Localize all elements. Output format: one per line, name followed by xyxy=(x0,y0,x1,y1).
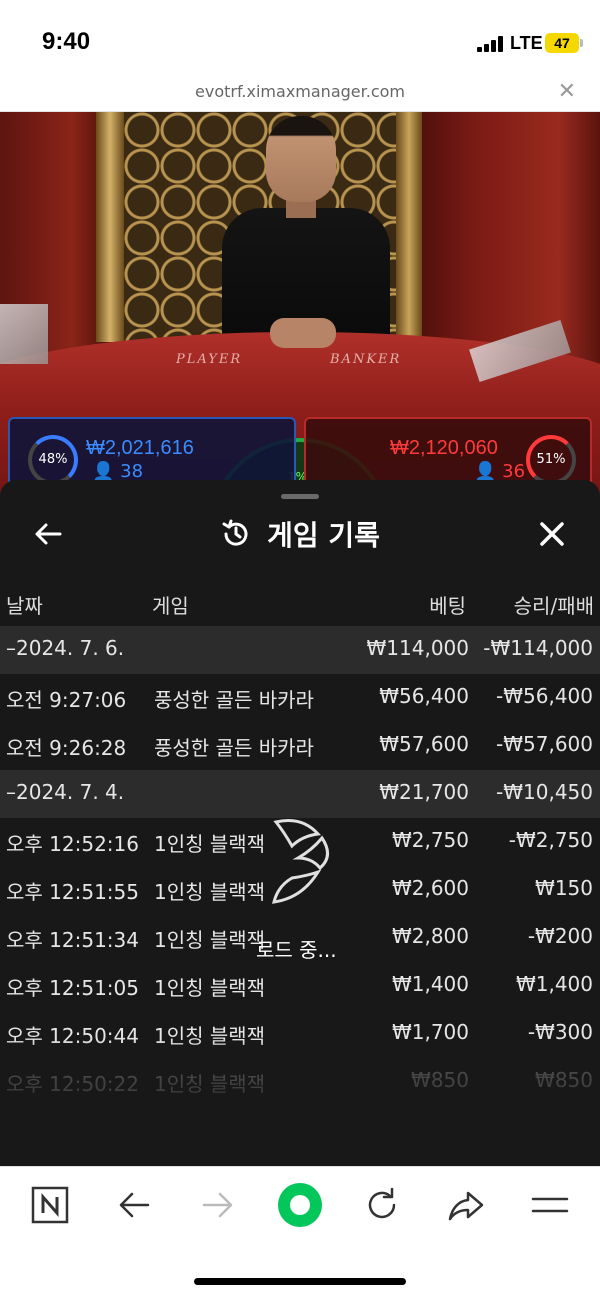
player-count: 👤 38 xyxy=(92,461,143,482)
person-icon: 👤 xyxy=(474,461,497,482)
table-row: 오후 12:51:05 1인칭 블랙잭 ₩1,400 ₩1,400 xyxy=(0,962,600,1010)
player-amount: ₩2,021,616 xyxy=(86,437,194,459)
person-icon: 👤 xyxy=(92,461,115,482)
row-bet: ₩2,750 xyxy=(391,828,469,852)
row-win-loss: -₩200 xyxy=(527,924,593,948)
row-game: 1인칭 블랙잭 xyxy=(154,928,266,952)
column-header-bet: 베팅 xyxy=(429,594,466,618)
back-icon[interactable] xyxy=(114,1185,154,1225)
close-icon[interactable]: ✕ xyxy=(558,80,576,104)
date-group-row[interactable]: –2024. 7. 4. ₩21,700 -₩10,450 xyxy=(0,770,600,818)
row-game: 1인칭 블랙잭 xyxy=(154,880,266,904)
sheet-title: 게임 기록 xyxy=(267,519,380,552)
row-bet: ₩57,600 xyxy=(379,732,469,756)
row-date: –2024. 7. 6. xyxy=(6,636,125,660)
green-home-icon[interactable] xyxy=(276,1181,324,1229)
player-percent-ring: 48% xyxy=(28,435,78,485)
row-game: 1인칭 블랙잭 xyxy=(154,976,266,1000)
loading-text: 로드 중... xyxy=(256,938,337,962)
row-game: 풍성한 골든 바카라 xyxy=(154,688,314,712)
column-header-win-loss: 승리/패배 xyxy=(513,594,594,618)
row-win-loss: ₩1,400 xyxy=(515,972,593,996)
row-date: 오전 9:27:06 xyxy=(6,688,127,712)
table-label-banker: BANKER xyxy=(330,352,402,367)
forward-icon[interactable] xyxy=(198,1185,238,1225)
row-win-loss: -₩57,600 xyxy=(496,732,593,756)
row-win-loss: -₩10,450 xyxy=(496,780,593,804)
date-group-row[interactable]: –2024. 7. 6. ₩114,000 -₩114,000 xyxy=(0,626,600,674)
row-game: 풍성한 골든 바카라 xyxy=(154,736,314,760)
refresh-icon[interactable] xyxy=(362,1185,402,1225)
loading-spinner-icon xyxy=(272,819,329,904)
row-win-loss: -₩56,400 xyxy=(496,684,593,708)
menu-icon[interactable] xyxy=(530,1185,570,1225)
row-date: –2024. 7. 4. xyxy=(6,780,125,804)
row-bet: ₩2,600 xyxy=(391,876,469,900)
banker-amount: ₩2,120,060 xyxy=(390,437,498,459)
history-icon xyxy=(222,519,248,546)
row-date: 오전 9:26:28 xyxy=(6,736,127,760)
signal-icon xyxy=(477,36,505,52)
banker-count: 👤 36 xyxy=(474,461,525,482)
table-row: 오전 9:26:28 풍성한 골든 바카라 ₩57,600 -₩57,600 xyxy=(0,722,600,770)
row-win-loss: -₩114,000 xyxy=(483,636,593,660)
row-bet: ₩2,800 xyxy=(391,924,469,948)
banker-count-value: 36 xyxy=(502,461,526,482)
row-bet: ₩1,400 xyxy=(391,972,469,996)
row-date: 오후 12:52:16 xyxy=(6,832,139,856)
row-win-loss: ₩150 xyxy=(535,876,593,900)
url-text[interactable]: evotrf.ximaxmanager.com xyxy=(0,82,600,101)
sheet-header: 게임 기록 xyxy=(0,504,600,564)
battery-icon: 47 xyxy=(545,33,579,53)
network-label: LTE xyxy=(510,33,543,53)
banker-percent-ring: 51% xyxy=(526,435,576,485)
status-time: 9:40 xyxy=(42,28,91,55)
share-icon[interactable] xyxy=(446,1185,486,1225)
gold-pillar xyxy=(396,112,422,342)
player-count-value: 38 xyxy=(120,461,144,482)
gold-pillar xyxy=(96,112,124,342)
list-fade xyxy=(0,1036,600,1166)
close-icon[interactable] xyxy=(534,516,570,552)
row-bet: ₩21,700 xyxy=(379,780,469,804)
naver-n-icon[interactable] xyxy=(30,1185,70,1225)
card-discard-tray xyxy=(0,304,48,364)
column-header-game: 게임 xyxy=(152,594,189,618)
sheet-drag-handle[interactable] xyxy=(281,494,319,499)
table-label-player: PLAYER xyxy=(176,352,243,367)
row-date: 오후 12:51:05 xyxy=(6,976,139,1000)
home-indicator[interactable] xyxy=(194,1278,406,1285)
column-header-date: 날짜 xyxy=(6,594,43,618)
row-bet: ₩56,400 xyxy=(379,684,469,708)
url-bar[interactable]: evotrf.ximaxmanager.com ✕ xyxy=(0,80,600,112)
row-date: 오후 12:51:34 xyxy=(6,928,139,952)
table-header: 날짜 게임 베팅 승리/패배 xyxy=(0,584,600,624)
status-bar: 9:40 LTE 47 xyxy=(0,0,600,80)
row-game: 1인칭 블랙잭 xyxy=(154,832,266,856)
battery-tip xyxy=(580,39,583,47)
dealer-head xyxy=(266,116,336,202)
row-win-loss: -₩2,750 xyxy=(508,828,593,852)
dealer-hands xyxy=(270,318,336,348)
row-date: 오후 12:51:55 xyxy=(6,880,139,904)
row-bet: ₩114,000 xyxy=(366,636,469,660)
table-row: 오전 9:27:06 풍성한 골든 바카라 ₩56,400 -₩56,400 xyxy=(0,674,600,722)
